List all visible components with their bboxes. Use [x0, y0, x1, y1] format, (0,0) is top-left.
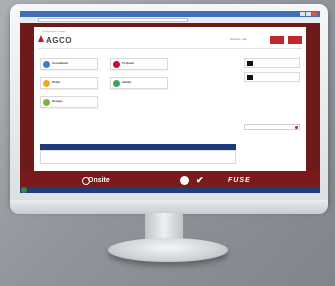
video-thumbnail [247, 75, 253, 80]
tile-to-read[interactable]: To Read [110, 58, 168, 70]
header-button-1[interactable] [270, 36, 284, 44]
admin-icon [113, 80, 120, 87]
os-taskbar [20, 187, 320, 193]
monitor-chin [10, 200, 328, 214]
tile-consultant[interactable]: Consultant [40, 58, 98, 70]
app-panel: Your Agriculture Company AGCO Welcome, U… [34, 27, 306, 171]
records-panel [40, 150, 236, 164]
tile-title: Admin [122, 80, 132, 84]
agco-logo-icon [38, 35, 44, 42]
checkmark-icon: ✔ [196, 175, 204, 185]
groups-icon [43, 99, 50, 106]
tile-title: Order [52, 80, 61, 84]
tile-title: Consultant [52, 61, 68, 65]
tile-title: Groups [52, 99, 63, 103]
to-read-icon [113, 61, 120, 68]
tile-admin[interactable]: Admin [110, 77, 168, 89]
consultant-icon [43, 61, 50, 68]
brand-logo[interactable]: AGCO [46, 36, 72, 45]
tile-groups[interactable]: Groups [40, 96, 98, 108]
maximize-icon[interactable] [306, 12, 311, 16]
brand-tagline: Your Agriculture Company [42, 31, 66, 33]
url-field[interactable] [38, 18, 188, 22]
start-button-icon[interactable] [21, 187, 27, 193]
search-input[interactable] [244, 124, 300, 130]
monitor-screen: Your Agriculture Company AGCO Welcome, U… [20, 11, 320, 193]
tile-order[interactable]: Order [40, 77, 98, 89]
video-thumbnail [247, 61, 253, 66]
search-icon[interactable] [295, 126, 298, 129]
seal-badge-icon [180, 176, 189, 185]
header-button-2[interactable] [288, 36, 302, 44]
minimize-icon[interactable] [300, 12, 305, 16]
order-icon [43, 80, 50, 87]
header-divider [38, 48, 302, 49]
close-icon[interactable] [312, 12, 317, 16]
fuse-brand: FUSE [228, 177, 251, 184]
browser-address-bar [20, 17, 320, 23]
monitor-stand-base [108, 238, 228, 262]
video-item[interactable] [244, 58, 300, 68]
video-item[interactable] [244, 72, 300, 82]
tile-title: To Read [122, 61, 134, 65]
onsite-brand: Onsite [88, 177, 110, 184]
user-info: Welcome, User [230, 38, 248, 41]
